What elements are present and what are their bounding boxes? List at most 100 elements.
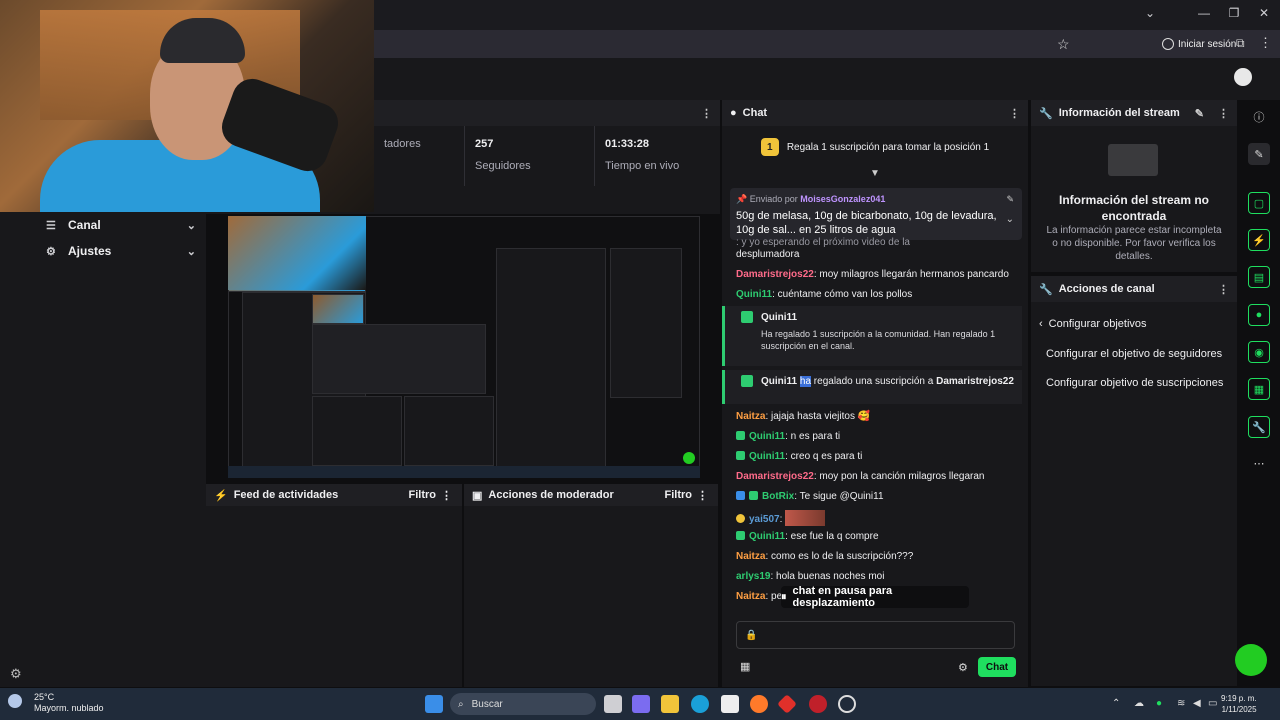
- more-icon[interactable]: ⋮: [1218, 283, 1229, 296]
- app-icon[interactable]: [809, 695, 827, 713]
- lightning-icon[interactable]: ⚡: [1248, 229, 1270, 251]
- info-icon[interactable]: ⓘ: [1248, 106, 1270, 128]
- sidebar-item-ajustes[interactable]: ⚙ Ajustes ⌄: [46, 240, 196, 262]
- close-icon[interactable]: ✕: [1254, 6, 1274, 24]
- preview-taskbar: [228, 466, 700, 478]
- moderator-filter-button[interactable]: Filtro: [665, 489, 693, 501]
- more-icon[interactable]: ⋮: [1218, 107, 1229, 120]
- wrench-icon[interactable]: 🔧: [1248, 416, 1270, 438]
- edge-icon[interactable]: [691, 695, 709, 713]
- edit-icon[interactable]: ✎: [1195, 107, 1204, 120]
- task-view-icon[interactable]: [604, 695, 622, 713]
- rank-badge-icon: [736, 514, 745, 523]
- file-explorer-icon[interactable]: [661, 695, 679, 713]
- search-icon: ⌕: [458, 698, 464, 710]
- stream-info-panel: 🔧 Información del stream ✎ ⋮ Información de…: [1031, 100, 1237, 272]
- chat-input[interactable]: 🔒: [736, 621, 1015, 649]
- feed-filter-button[interactable]: Filtro: [409, 489, 437, 501]
- pinned-message: 📌 Enviado por MoisesGonzalez041 50g de m…: [730, 188, 1022, 240]
- gift-notification: Quini11 Ha regalado 1 suscripción a la c…: [722, 306, 1022, 366]
- pinned-user[interactable]: MoisesGonzalez041: [800, 194, 885, 204]
- mic-icon[interactable]: ●: [1156, 698, 1162, 709]
- broadcast-icon[interactable]: ◉: [1248, 341, 1270, 363]
- collapse-icon[interactable]: ▼: [870, 168, 880, 179]
- layout-icon[interactable]: ▦: [1248, 378, 1270, 400]
- chat-line: Quini11: cuéntame cómo van los pollos: [736, 289, 913, 300]
- more-icon[interactable]: ⋮: [701, 107, 712, 120]
- weather-widget[interactable]: 25°C Mayorm. nublado: [8, 692, 104, 714]
- share-icon[interactable]: ⋯: [1248, 452, 1270, 474]
- taskbar-clock[interactable]: 9:19 p. m. 1/11/2025: [1221, 693, 1257, 715]
- battery-icon[interactable]: ▭: [1208, 698, 1217, 709]
- more-icon[interactable]: ⋮: [441, 489, 452, 502]
- gift-goal-banner[interactable]: 1 Regala 1 suscripción para tomar la posi…: [732, 134, 1018, 160]
- windows-start-icon[interactable]: [425, 695, 443, 713]
- weather-icon: [8, 694, 22, 708]
- back-button[interactable]: ‹ Configurar objetivos: [1039, 318, 1147, 330]
- chat-paused-button[interactable]: ⏸ chat en pausa para desplazamiento: [781, 585, 969, 609]
- chevron-down-icon: ⌄: [186, 245, 196, 258]
- edit-icon[interactable]: ✎: [1248, 143, 1270, 165]
- settings-gear-icon[interactable]: ⚙: [10, 666, 22, 682]
- channel-actions-header: 🔧 Acciones de canal ⋮: [1031, 276, 1237, 302]
- document-icon[interactable]: ▤: [1248, 266, 1270, 288]
- chat-line: arlys19: hola buenas noches moi: [736, 571, 885, 582]
- sub-badge-icon: [736, 431, 745, 440]
- tray-chevron-icon[interactable]: ⌃: [1112, 698, 1120, 709]
- wrench-icon: 🔧: [1039, 283, 1053, 296]
- lock-icon: 🔒: [745, 630, 758, 641]
- volume-icon[interactable]: ◀: [1193, 698, 1201, 709]
- chat-line: BotRix: Te sigue @Quini11: [736, 490, 1018, 503]
- chat-line: Naitza: jajaja hasta viejitos 🥰: [736, 411, 871, 422]
- lightning-icon: ⚡: [214, 489, 228, 502]
- avatar[interactable]: [1232, 66, 1254, 88]
- stream-info-header: 🔧 Información del stream ✎ ⋮: [1031, 100, 1237, 126]
- chat-line: Quini11: creo q es para ti: [736, 450, 1018, 463]
- preview-webcam-thumbnail: [228, 216, 366, 290]
- rank-badge: 1: [760, 138, 779, 156]
- gear-icon: ⚙: [46, 245, 56, 258]
- extensions-icon[interactable]: ⧉: [1236, 36, 1245, 51]
- gift-notification: Quini11 ha regalado una suscripción a Da…: [722, 370, 1022, 404]
- chat-bubble-icon[interactable]: ●: [1248, 304, 1270, 326]
- chat-header: ● Chat ⋮: [722, 100, 1028, 126]
- sub-badge-icon: [736, 451, 745, 460]
- webcam-overlay: [0, 0, 374, 212]
- app-icon[interactable]: [838, 695, 856, 713]
- bot-badge-icon: [736, 491, 745, 500]
- chat-line: Damaristrejos22: moy pon la canción mila…: [736, 471, 985, 482]
- chevron-down-icon[interactable]: ⌄: [1140, 6, 1160, 24]
- chat-line: Quini11: ese fue la q compre: [736, 530, 1018, 543]
- chat-send-button[interactable]: Chat: [978, 657, 1016, 677]
- cloud-icon[interactable]: ☁: [1134, 698, 1144, 709]
- chat-line: yai507:: [736, 510, 1018, 526]
- wifi-icon[interactable]: ≋: [1177, 698, 1185, 709]
- copilot-icon[interactable]: [632, 695, 650, 713]
- unpin-icon[interactable]: ✎: [1006, 194, 1014, 205]
- gift-icon: [741, 375, 753, 387]
- chevron-down-icon[interactable]: ⌄: [1006, 214, 1014, 225]
- more-icon[interactable]: ⋮: [1009, 107, 1020, 120]
- bookmark-star-icon[interactable]: ☆: [1057, 36, 1070, 53]
- store-icon[interactable]: [721, 695, 739, 713]
- taskbar-search[interactable]: ⌕ Buscar: [450, 693, 596, 715]
- signin-button[interactable]: Iniciar sesión: [1158, 35, 1240, 53]
- pinned-text: 50g de melasa, 10g de bicarbonato, 10g d…: [736, 210, 997, 236]
- verified-badge-icon: [749, 491, 758, 500]
- sidebar-item-canal[interactable]: ☰ Canal ⌄: [46, 214, 196, 236]
- activity-feed-panel: ⚡ Feed de actividades Filtro ⋮: [206, 484, 462, 687]
- config-follower-goal-button[interactable]: Configurar el objetivo de seguidores: [1046, 348, 1222, 360]
- maximize-icon[interactable]: ❐: [1224, 6, 1244, 24]
- chat-settings-icon[interactable]: ⚙: [958, 661, 968, 674]
- stat-followers: 257 Seguidores: [464, 126, 584, 186]
- store-icon[interactable]: ▦: [740, 660, 750, 673]
- firefox-icon[interactable]: [750, 695, 768, 713]
- config-sub-goal-button[interactable]: Configurar objetivo de suscripciones: [1046, 377, 1223, 389]
- minimize-icon[interactable]: —: [1194, 6, 1214, 24]
- more-icon[interactable]: ⋮: [1259, 35, 1272, 51]
- floating-action-button[interactable]: [1235, 644, 1267, 676]
- clip-icon[interactable]: ▢: [1248, 192, 1270, 214]
- left-sidebar: ☰ Canal ⌄ ⚙ Ajustes ⌄: [0, 212, 206, 687]
- channel-actions-panel: 🔧 Acciones de canal ⋮ ‹ Configurar objetivo…: [1031, 276, 1237, 686]
- more-icon[interactable]: ⋮: [697, 489, 708, 502]
